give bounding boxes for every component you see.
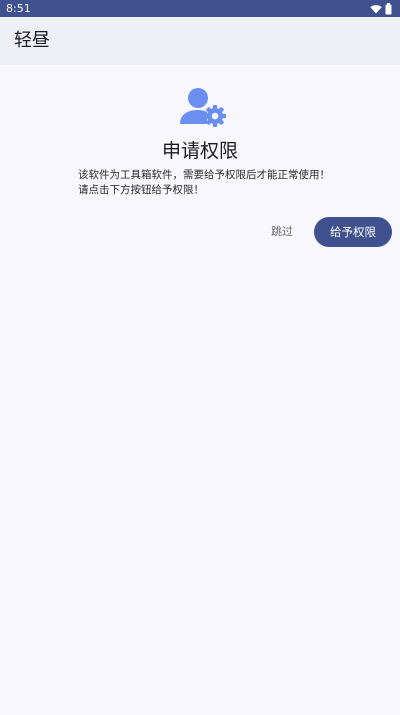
permission-description: 该软件为工具箱软件，需要给予权限后才能正常使用！ 请点击下方按钮给予权限！ <box>78 168 388 198</box>
grant-permission-button[interactable]: 给予权限 <box>314 217 392 247</box>
permission-title: 申请权限 <box>161 140 238 162</box>
description-line-2: 请点击下方按钮给予权限！ <box>78 184 204 196</box>
status-time: 8:51 <box>6 2 31 15</box>
user-settings-icon <box>180 88 226 127</box>
battery-icon <box>385 2 392 14</box>
app-title: 轻昼 <box>14 30 50 51</box>
wifi-icon <box>370 4 382 13</box>
skip-button[interactable]: 跳过 <box>264 222 300 242</box>
status-icons <box>370 2 392 15</box>
app-bar: 轻昼 <box>0 17 400 65</box>
description-line-1: 该软件为工具箱软件，需要给予权限后才能正常使用！ <box>78 169 330 181</box>
status-bar: 8:51 <box>0 0 400 17</box>
